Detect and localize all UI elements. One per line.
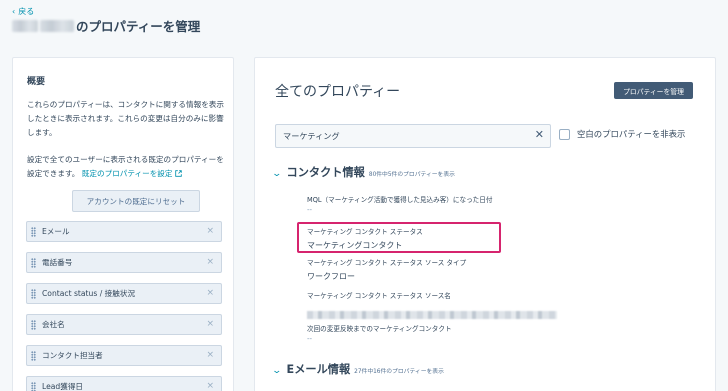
property-chip-label: Eメール [42, 227, 70, 236]
all-properties-title: 全てのプロパティー [275, 84, 401, 100]
remove-icon[interactable]: × [206, 350, 214, 360]
defaults-link-label: 既定のプロパティーを設定 [81, 169, 173, 178]
clear-search-icon[interactable]: ✕ [535, 128, 544, 141]
property-chip[interactable]: 会社名 × [26, 314, 222, 335]
property-row: MQL（マーケティング活動で獲得した見込み客）になった日付 -- [307, 194, 492, 214]
property-label: マーケティング コンタクト ステータス ソース タイプ [307, 259, 467, 267]
property-chip-label: Lead獲得日 [42, 382, 84, 391]
property-chip[interactable]: Contact status / 接触状況 × [26, 283, 222, 304]
section-email-info-header[interactable]: ⌄ Eメール情報 27件中16件のプロパティーを表示 [271, 361, 444, 377]
property-chip[interactable]: コンタクト担当者 × [26, 345, 222, 366]
redacted-name [40, 19, 74, 32]
property-row: マーケティング コンタクト ステータス ソース名 [307, 290, 557, 323]
remove-icon[interactable]: × [206, 226, 214, 236]
defaults-note: 設定で全てのユーザーに表示される既定のプロパティーを設定できます。 既定のプロパ… [27, 153, 231, 181]
redacted-name [12, 19, 38, 32]
all-properties-panel: 全てのプロパティー プロパティーを管理 マーケティング ✕ 空白のプロパティーを… [254, 57, 716, 391]
section-title: Eメール情報 [286, 363, 351, 376]
property-value[interactable]: -- [307, 206, 492, 214]
property-label: マーケティング コンタクト ステータス [307, 228, 423, 236]
drag-handle-icon[interactable] [31, 381, 36, 391]
section-count: 27件中16件のプロパティーを表示 [354, 369, 444, 375]
property-label: MQL（マーケティング活動で獲得した見込み客）になった日付 [307, 196, 493, 204]
property-value[interactable]: -- [307, 335, 452, 343]
hide-empty-label: 空白のプロパティーを非表示 [577, 129, 686, 139]
property-label: マーケティング コンタクト ステータス ソース名 [307, 292, 451, 300]
hide-empty-checkbox[interactable] [559, 128, 570, 140]
remove-icon[interactable]: × [206, 381, 214, 391]
drag-handle-icon[interactable] [31, 319, 36, 330]
drag-handle-icon[interactable] [31, 350, 36, 361]
property-chip[interactable]: Eメール × [26, 221, 222, 242]
external-link-icon [175, 170, 182, 177]
section-count: 80件中5件のプロパティーを表示 [368, 172, 455, 178]
remove-icon[interactable]: × [206, 288, 214, 298]
manage-properties-button[interactable]: プロパティーを管理 [614, 82, 693, 99]
page-title: のプロパティーを管理 [12, 16, 200, 35]
property-search-input[interactable]: マーケティング ✕ [275, 124, 551, 148]
overview-heading: 概要 [27, 77, 46, 87]
remove-icon[interactable]: × [206, 319, 214, 329]
chevron-down-icon: ⌄ [271, 169, 283, 179]
property-chip[interactable]: Lead獲得日 × [26, 376, 222, 391]
property-chip-label: コンタクト担当者 [42, 351, 103, 360]
selected-properties-list: Eメール × 電話番号 × Contact status / 接触状況 × 会社… [26, 221, 222, 391]
property-row: 次回の変更反映までのマーケティングコンタクト -- [307, 323, 452, 343]
property-chip-label: 会社名 [42, 320, 65, 329]
drag-handle-icon[interactable] [31, 257, 36, 268]
reset-to-default-button[interactable]: アカウントの既定にリセット [72, 190, 200, 212]
remove-icon[interactable]: × [206, 257, 214, 267]
property-chip[interactable]: 電話番号 × [26, 252, 222, 273]
chevron-down-icon: ⌄ [271, 366, 283, 376]
drag-handle-icon[interactable] [31, 226, 36, 237]
property-chip-label: 電話番号 [42, 258, 73, 267]
page-title-text: のプロパティーを管理 [76, 19, 201, 34]
redacted-value[interactable] [307, 304, 557, 323]
overview-panel: 概要 これらのプロパティーは、コンタクトに関する情報を表示したときに表示されます… [12, 57, 234, 391]
drag-handle-icon[interactable] [31, 288, 36, 299]
hide-empty-toggle[interactable]: 空白のプロパティーを非表示 [559, 128, 685, 140]
property-label: 次回の変更反映までのマーケティングコンタクト [307, 325, 452, 333]
overview-description: これらのプロパティーは、コンタクトに関する情報を表示したときに表示されます。これ… [27, 100, 224, 137]
section-title: コンタクト情報 [286, 166, 365, 179]
section-contact-info-header[interactable]: ⌄ コンタクト情報 80件中5件のプロパティーを表示 [271, 164, 455, 180]
property-value[interactable]: マーケティングコンタクト [307, 240, 423, 251]
defaults-link[interactable]: 既定のプロパティーを設定 [82, 169, 182, 178]
property-row: マーケティング コンタクト ステータス マーケティングコンタクト [307, 226, 423, 251]
property-row: マーケティング コンタクト ステータス ソース タイプ ワークフロー [307, 257, 466, 282]
property-row [307, 386, 467, 391]
redacted-bar [307, 311, 557, 319]
property-value[interactable]: ワークフロー [307, 271, 466, 282]
search-value: マーケティング [283, 131, 340, 141]
chevron-left-icon: ‹ [12, 7, 16, 16]
property-chip-label: Contact status / 接触状況 [42, 289, 136, 298]
